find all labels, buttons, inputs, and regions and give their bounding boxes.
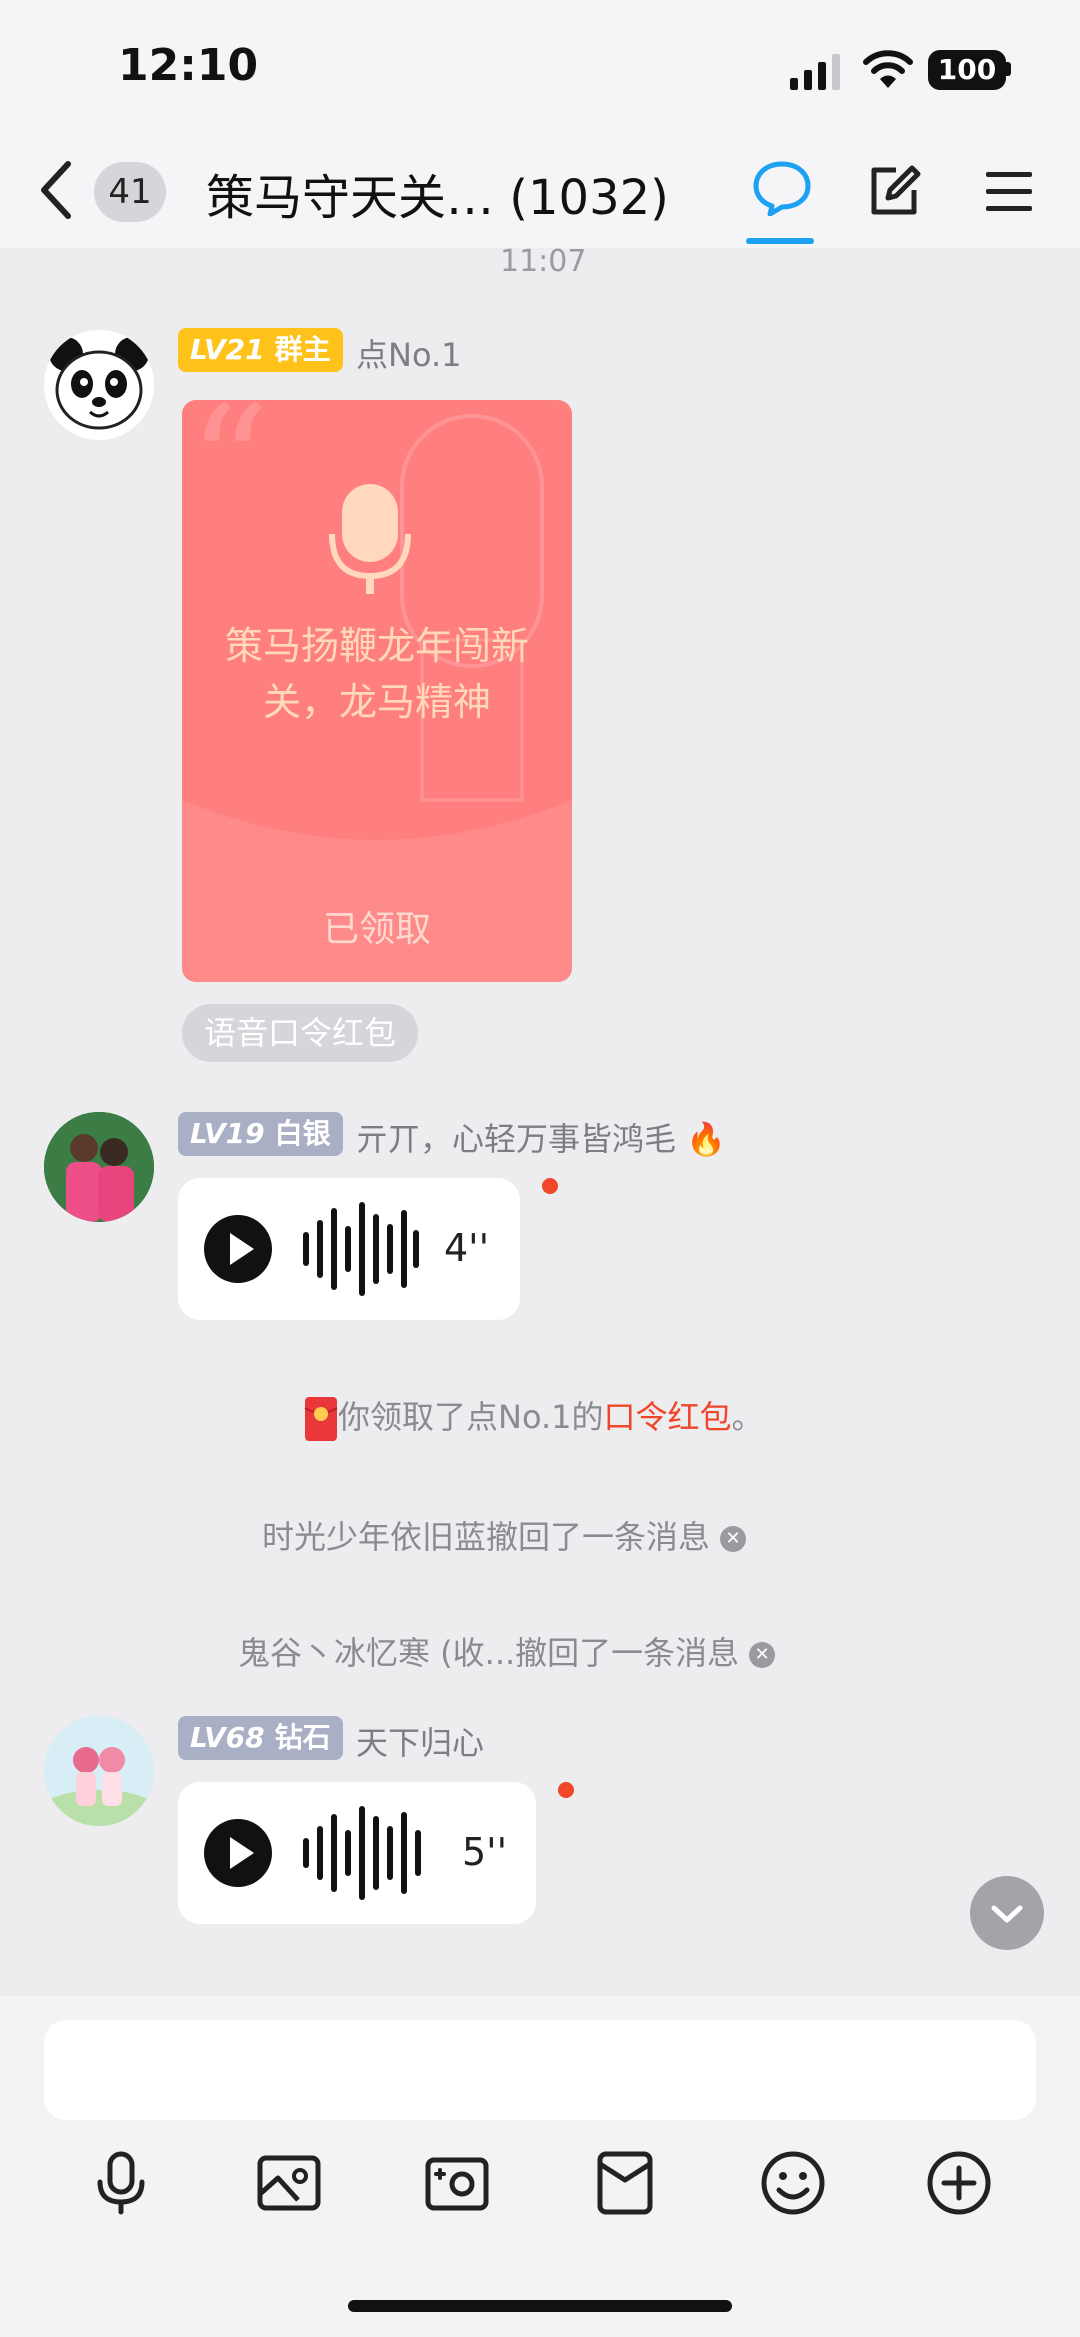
level-text: LV19 (190, 1117, 265, 1150)
play-icon[interactable] (204, 1819, 272, 1887)
status-time: 12:10 (118, 40, 259, 91)
panda-avatar-image (44, 330, 154, 440)
sender-name: 亓丌，心轻万事皆鸿毛 🔥 (356, 1120, 727, 1158)
system-message-claimed: 你领取了点No.1的口令红包。 (304, 1392, 764, 1442)
red-packet-icon[interactable] (590, 2148, 660, 2218)
cellular-signal-icon (790, 54, 840, 90)
red-packet-type-tag: 语音口令红包 (182, 1004, 419, 1062)
claimed-prefix: 你领取了点No.1的 (338, 1398, 604, 1436)
waveform-icon (303, 1806, 421, 1900)
svg-text:“: “ (188, 400, 270, 558)
chat-title[interactable]: 策马守天关… (1032) (206, 158, 669, 228)
unread-count-badge[interactable]: 41 (94, 162, 166, 222)
role-text: 群主 (274, 333, 331, 366)
edit-icon[interactable] (866, 162, 924, 218)
camera-icon[interactable] (422, 2148, 492, 2218)
emoji-icon[interactable] (758, 2148, 828, 2218)
unplayed-dot (558, 1782, 574, 1798)
red-packet-password: 策马扬鞭龙年闯新关，龙马精神 (224, 624, 529, 724)
battery-indicator: 100 (928, 50, 1006, 90)
system-message-recall: 鬼谷丶冰忆寒 (收...撤回了一条消息 ✕ (238, 1628, 776, 1674)
sender-name: 天下归心 (356, 1724, 485, 1762)
scroll-to-bottom-button[interactable] (970, 1876, 1044, 1950)
avatar[interactable] (44, 1716, 154, 1826)
red-envelope-icon (304, 1397, 338, 1441)
couple-cartoon-avatar-image (44, 1716, 154, 1826)
level-badge: LV19 白银 (178, 1112, 343, 1156)
red-packet-status: 已领取 (322, 909, 431, 950)
voice-message-bubble[interactable]: 4'' (178, 1178, 520, 1320)
close-icon[interactable]: ✕ (720, 1526, 747, 1552)
chevron-down-icon (991, 1905, 1023, 1923)
plus-icon[interactable] (924, 2148, 994, 2218)
sender-name: 点No.1 (356, 336, 462, 374)
role-text: 钻石 (274, 1721, 331, 1754)
message-timestamp: 11:07 (500, 244, 587, 279)
wifi-icon (863, 50, 913, 88)
image-icon[interactable] (254, 2148, 324, 2218)
claimed-red-packet-link[interactable]: 口令红包 (604, 1398, 732, 1436)
avatar[interactable] (44, 1112, 154, 1222)
home-indicator (348, 2300, 732, 2312)
battery-cap (1006, 62, 1011, 76)
chat-bubble-icon[interactable] (752, 160, 812, 216)
back-arrow-icon[interactable] (36, 158, 76, 222)
role-text: 白银 (274, 1117, 331, 1150)
voice-duration: 4'' (444, 1226, 490, 1270)
claimed-suffix: 。 (731, 1398, 764, 1436)
menu-icon[interactable] (984, 168, 1034, 214)
level-badge: LV68 钻石 (178, 1716, 343, 1760)
waveform-icon (303, 1202, 419, 1296)
system-message-recall: 时光少年依旧蓝撤回了一条消息 ✕ (262, 1512, 747, 1558)
mic-icon[interactable] (86, 2148, 156, 2218)
couple-avatar-image (44, 1112, 154, 1222)
active-tab-indicator (746, 238, 814, 244)
voice-duration: 5'' (462, 1830, 508, 1874)
level-text: LV68 (190, 1721, 265, 1754)
avatar[interactable] (44, 330, 154, 440)
unplayed-dot (542, 1178, 558, 1194)
recall-text: 鬼谷丶冰忆寒 (收...撤回了一条消息 (238, 1634, 740, 1672)
voice-message-bubble[interactable]: 5'' (178, 1782, 536, 1924)
level-text: LV21 (190, 333, 265, 366)
play-icon[interactable] (204, 1215, 272, 1283)
level-badge: LV21 群主 (178, 328, 343, 372)
message-input[interactable] (44, 2020, 1036, 2120)
close-icon[interactable]: ✕ (749, 1642, 776, 1668)
red-packet-card[interactable]: “ 策马扬鞭龙年闯新关，龙马精神 已领取 (182, 400, 572, 982)
recall-text: 时光少年依旧蓝撤回了一条消息 (262, 1518, 711, 1556)
